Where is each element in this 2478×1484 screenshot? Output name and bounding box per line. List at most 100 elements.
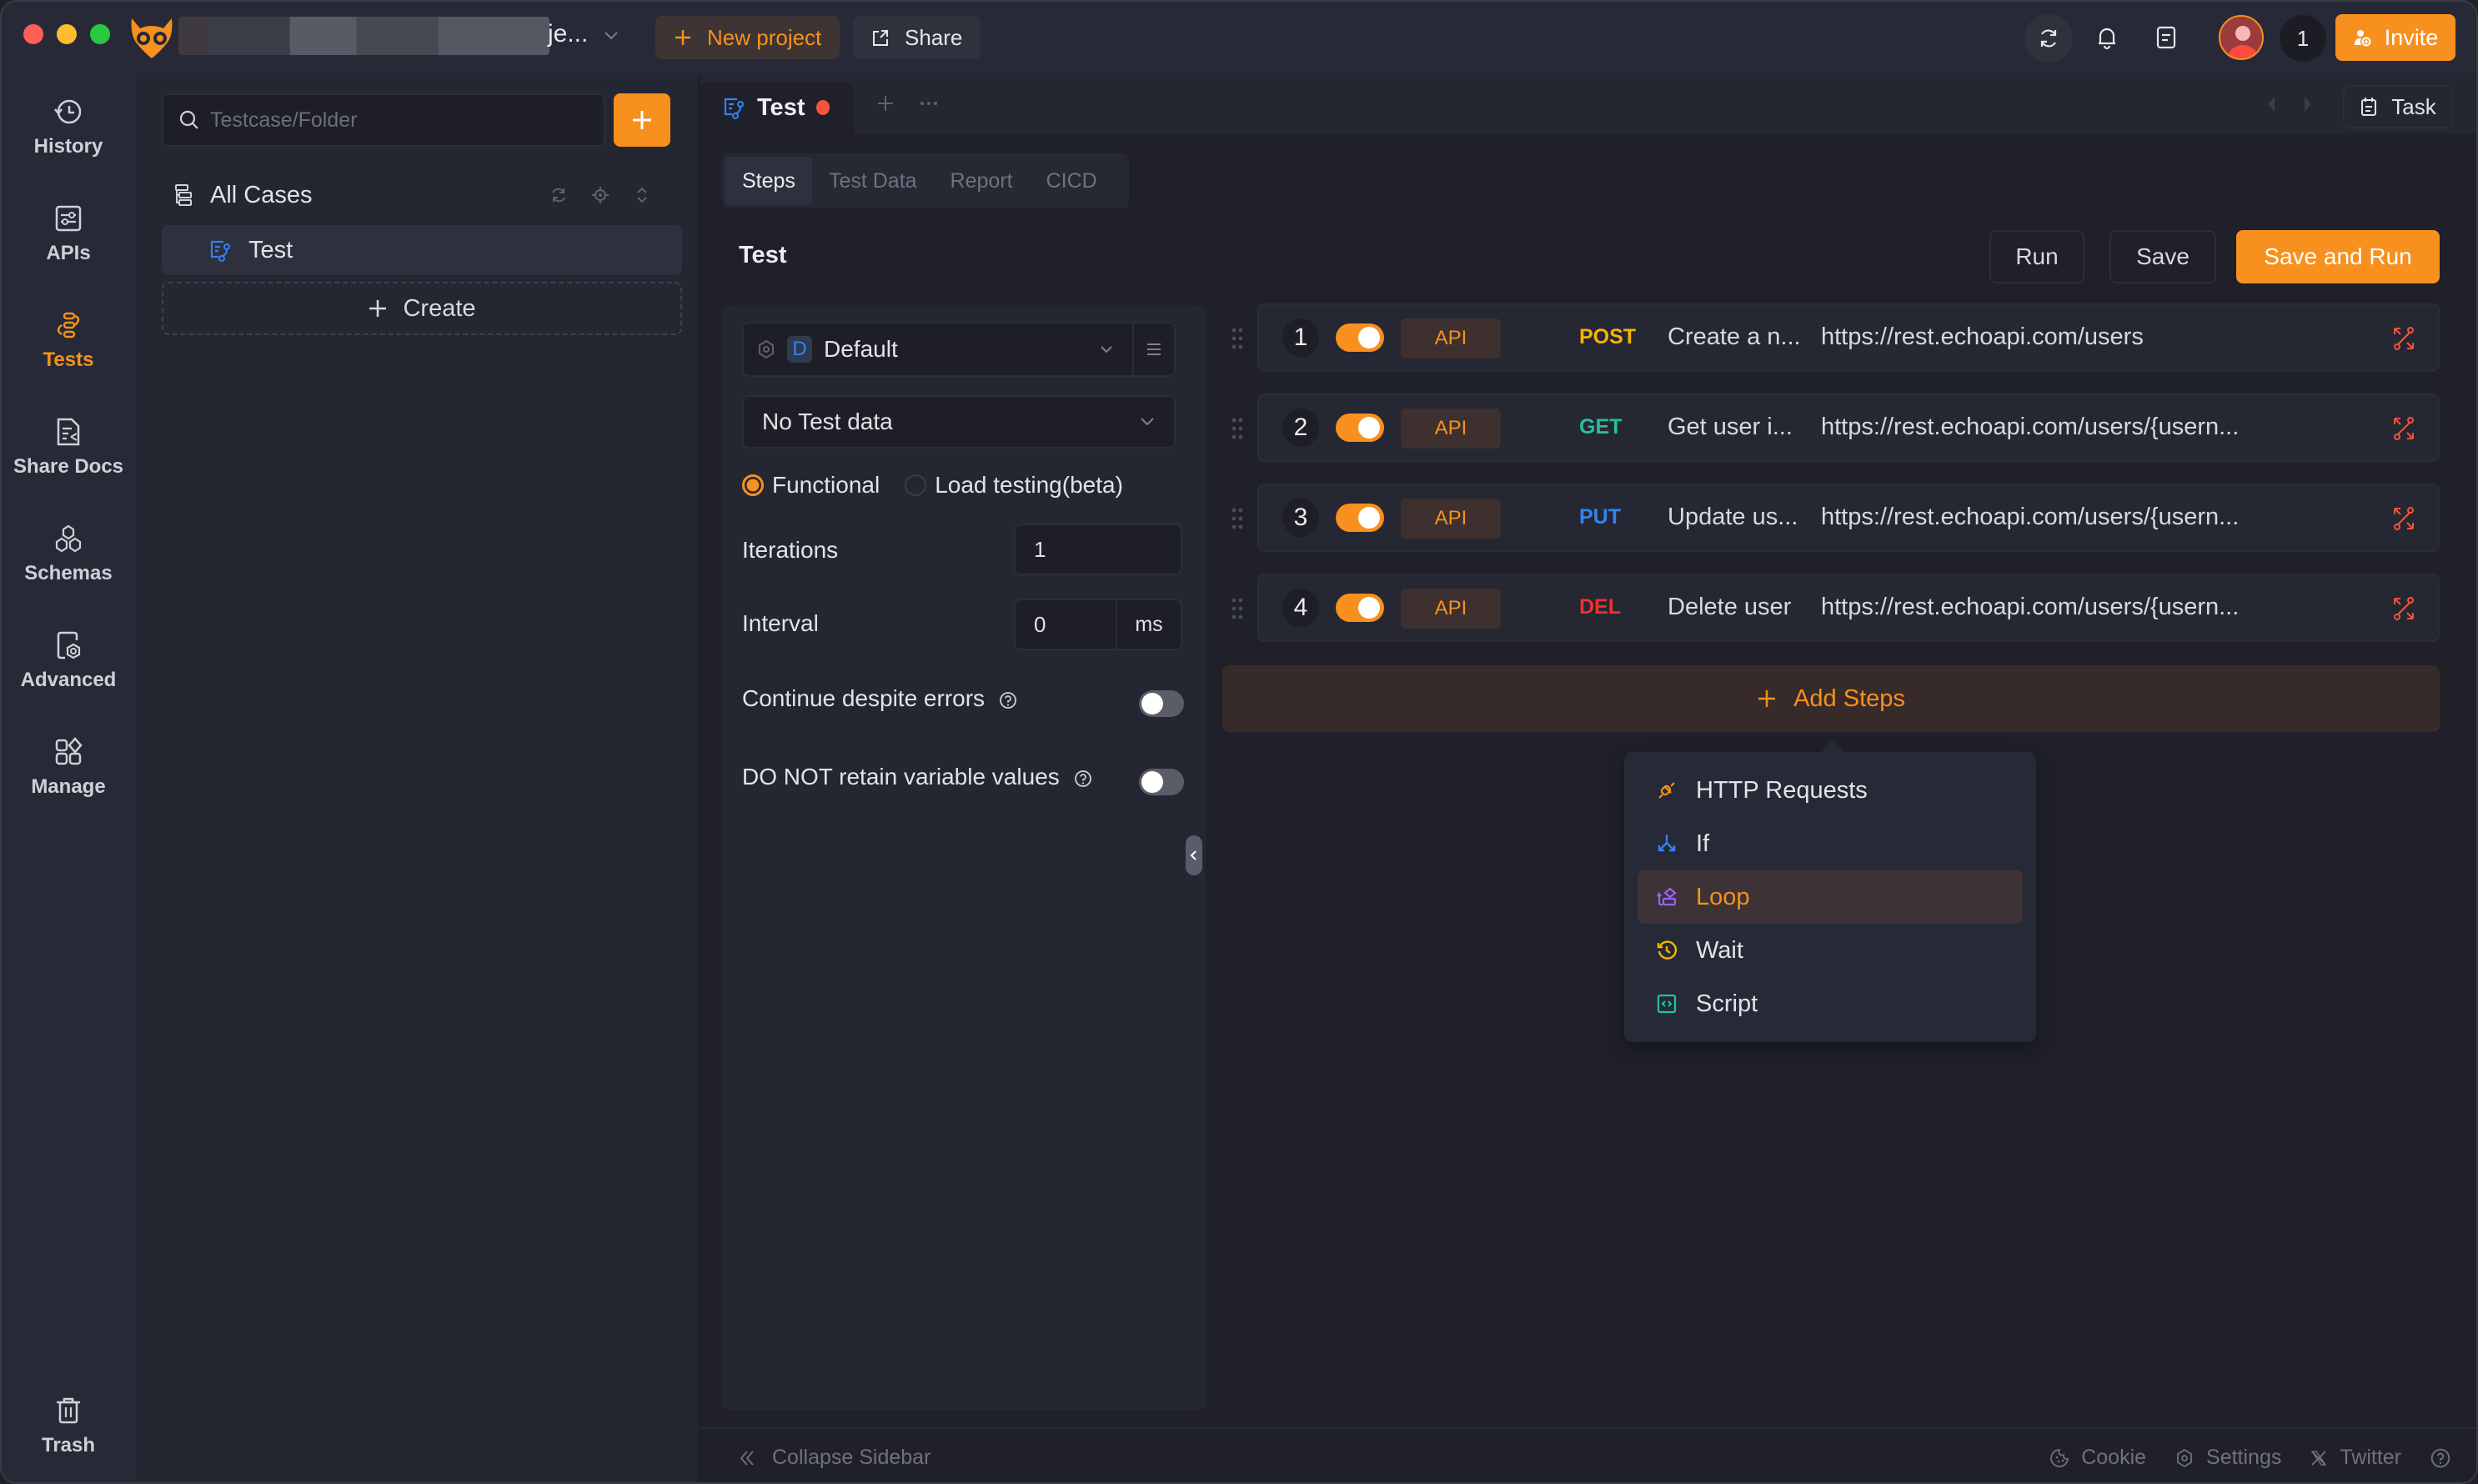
share-button[interactable]: Share — [853, 16, 981, 59]
case-item-label: Test — [248, 236, 293, 263]
drag-handle-icon[interactable] — [1231, 507, 1244, 530]
step-enabled-toggle[interactable] — [1336, 594, 1384, 622]
rail-item-schemas[interactable]: Schemas — [2, 522, 135, 614]
create-button[interactable]: Create — [162, 282, 682, 335]
plus-icon — [878, 96, 893, 111]
menu-item-loop[interactable]: Loop — [1638, 870, 2023, 924]
rail-item-apis[interactable]: APIs — [2, 202, 135, 293]
rail-item-tests[interactable]: Tests — [2, 308, 135, 400]
collapse-config-handle[interactable] — [1186, 835, 1202, 875]
window-maximize-button[interactable] — [90, 24, 110, 44]
continue-on-error-toggle[interactable] — [1139, 690, 1184, 717]
rail-item-history[interactable]: History — [2, 95, 135, 187]
sync-button[interactable] — [2024, 14, 2073, 63]
run-button[interactable]: Run — [1989, 230, 2084, 283]
tab-more-button[interactable] — [914, 88, 944, 118]
collapse-sidebar-button[interactable]: Collapse Sidebar — [739, 1446, 931, 1470]
search-box[interactable] — [162, 93, 605, 147]
save-and-run-button[interactable]: Save and Run — [2236, 230, 2440, 283]
interval-input[interactable] — [1016, 600, 1117, 649]
step-row[interactable]: 4 API DEL Delete user https://rest.echoapi.c… — [1257, 574, 2440, 642]
case-item-test[interactable]: Test — [162, 225, 682, 275]
member-count-badge[interactable]: 1 — [2280, 15, 2326, 62]
plus-icon — [675, 30, 690, 45]
save-button[interactable]: Save — [2109, 230, 2216, 283]
step-row[interactable]: 3 API PUT Update us... https://rest.echoapi.… — [1257, 484, 2440, 552]
no-retain-vars-toggle[interactable] — [1139, 769, 1184, 795]
add-steps-label: Add Steps — [1793, 684, 1905, 712]
menu-item-if[interactable]: If — [1638, 817, 2023, 870]
new-tab-button[interactable] — [870, 88, 900, 118]
radio-label: Load testing(beta) — [935, 472, 1123, 498]
sub-tab-test-data[interactable]: Test Data — [812, 157, 934, 205]
interval-unit: ms — [1135, 612, 1163, 636]
expand-collapse-button[interactable] — [630, 183, 654, 207]
tests-icon — [57, 312, 80, 338]
drag-handle-icon[interactable] — [1231, 417, 1244, 440]
drag-handle-icon[interactable] — [1231, 327, 1244, 350]
refresh-button[interactable] — [547, 183, 570, 207]
project-name[interactable]: je... — [548, 20, 588, 48]
project-name-redacted[interactable] — [178, 17, 549, 55]
locate-icon — [592, 187, 609, 203]
add-steps-button[interactable]: Add Steps — [1222, 665, 2440, 732]
test-data-select[interactable]: No Test data — [742, 395, 1176, 449]
create-label: Create — [403, 294, 476, 322]
notifications-button[interactable] — [2089, 20, 2124, 55]
rail-item-trash[interactable]: Trash — [2, 1394, 135, 1482]
notes-button[interactable] — [2149, 20, 2184, 55]
run-config-panel: D Default No Test data Functional Load t… — [722, 305, 1206, 1411]
all-cases-row[interactable]: All Cases — [162, 173, 670, 217]
step-enabled-toggle[interactable] — [1336, 504, 1384, 532]
user-avatar[interactable] — [2219, 15, 2264, 60]
add-case-button[interactable] — [614, 93, 670, 147]
settings-label: Settings — [2206, 1446, 2282, 1469]
drag-handle-icon[interactable] — [1231, 597, 1244, 620]
search-input[interactable] — [210, 108, 577, 133]
rail-item-share-docs[interactable]: Share Docs — [2, 415, 135, 507]
timer-icon — [1657, 940, 1678, 960]
help-icon[interactable] — [1073, 769, 1093, 789]
unlink-icon[interactable] — [2391, 505, 2416, 532]
twitter-button[interactable]: Twitter — [2310, 1446, 2401, 1470]
menu-item-wait[interactable]: Wait — [1638, 924, 2023, 977]
tab-scroll-right-icon[interactable] — [2300, 93, 2316, 115]
window-minimize-button[interactable] — [57, 24, 77, 44]
help-button[interactable] — [2430, 1447, 2451, 1469]
tab-test[interactable]: Test — [700, 82, 854, 133]
environment-select[interactable]: D Default — [742, 322, 1176, 377]
unlink-icon[interactable] — [2391, 325, 2416, 352]
step-row[interactable]: 2 API GET Get user i... https://rest.echoapi… — [1257, 394, 2440, 462]
menu-item-http-requests[interactable]: HTTP Requests — [1638, 764, 2023, 817]
unlink-icon[interactable] — [2391, 415, 2416, 442]
sub-tab-cicd[interactable]: CICD — [1030, 157, 1114, 205]
cookie-button[interactable]: Cookie — [2049, 1446, 2146, 1470]
environment-manage-button[interactable] — [1132, 323, 1174, 375]
window-close-button[interactable] — [23, 24, 43, 44]
sub-tab-report[interactable]: Report — [934, 157, 1030, 205]
iterations-input[interactable] — [1014, 524, 1182, 575]
sync-icon — [2040, 29, 2057, 48]
unlink-icon[interactable] — [2391, 595, 2416, 622]
step-enabled-toggle[interactable] — [1336, 323, 1384, 352]
new-project-button[interactable]: New project — [655, 16, 840, 59]
help-icon[interactable] — [998, 690, 1018, 710]
rail-item-advanced[interactable]: Advanced — [2, 629, 135, 720]
sub-tab-steps[interactable]: Steps — [725, 157, 812, 205]
settings-button[interactable]: Settings — [2175, 1446, 2281, 1470]
case-title: Test — [739, 242, 787, 268]
mode-functional-radio[interactable]: Functional — [742, 472, 880, 499]
chevron-down-icon[interactable] — [600, 25, 622, 47]
step-row[interactable]: 1 API POST Create a n... https://rest.echoap… — [1257, 303, 2440, 372]
invite-button[interactable]: Invite — [2335, 14, 2455, 61]
mode-load-testing-radio[interactable]: Load testing(beta) — [905, 472, 1123, 499]
no-retain-vars-label: DO NOT retain variable values — [742, 764, 1060, 790]
task-button[interactable]: Task — [2343, 85, 2453, 128]
add-user-icon — [2354, 30, 2371, 47]
menu-item-script[interactable]: Script — [1638, 977, 2023, 1030]
tab-scroll-left-icon[interactable] — [2263, 93, 2280, 115]
rail-item-manage[interactable]: Manage — [2, 735, 135, 827]
locate-button[interactable] — [589, 183, 612, 207]
continue-on-error-row: Continue despite errors — [742, 685, 1018, 712]
step-enabled-toggle[interactable] — [1336, 414, 1384, 442]
